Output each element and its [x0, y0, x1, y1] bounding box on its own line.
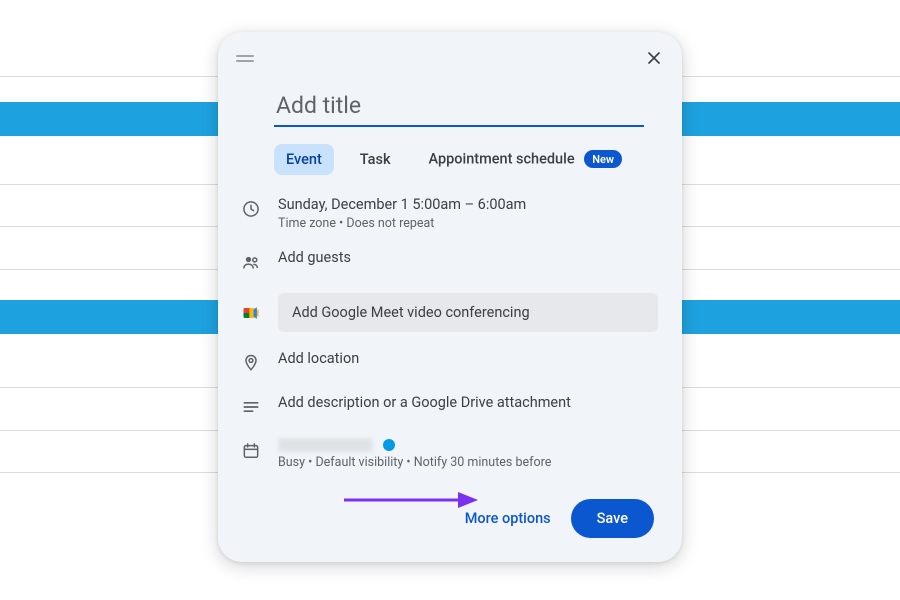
- add-meet-button[interactable]: Add Google Meet video conferencing: [278, 293, 658, 332]
- description-icon: [238, 394, 264, 420]
- new-badge: New: [584, 150, 622, 168]
- event-create-card: Event Task Appointment schedule New Sund…: [218, 32, 682, 562]
- calendar-row[interactable]: Busy • Default visibility • Notify 30 mi…: [278, 438, 658, 470]
- tab-task[interactable]: Task: [348, 144, 403, 175]
- save-button[interactable]: Save: [571, 499, 654, 538]
- calendar-name-redacted: [278, 438, 373, 452]
- tab-appointment-schedule[interactable]: Appointment schedule New: [417, 143, 635, 175]
- calendar-status-line: Busy • Default visibility • Notify 30 mi…: [278, 455, 658, 470]
- calendar-color-dot: [383, 439, 395, 451]
- calendar-icon: [238, 438, 264, 464]
- close-button[interactable]: [640, 44, 668, 72]
- add-guests-row[interactable]: Add guests: [278, 249, 658, 266]
- datetime-line: Sunday, December 1 5:00am – 6:00am: [278, 196, 658, 213]
- tab-event[interactable]: Event: [274, 144, 334, 175]
- location-icon: [238, 350, 264, 376]
- add-location-row[interactable]: Add location: [278, 350, 658, 367]
- people-icon: [238, 249, 264, 275]
- meet-icon: [238, 300, 264, 326]
- drag-handle-icon[interactable]: [236, 53, 254, 63]
- more-options-link[interactable]: More options: [465, 510, 551, 527]
- add-description-row[interactable]: Add description or a Google Drive attach…: [278, 394, 658, 411]
- type-tabs: Event Task Appointment schedule New: [218, 127, 682, 185]
- datetime-row[interactable]: Sunday, December 1 5:00am – 6:00am Time …: [278, 196, 658, 231]
- datetime-sub: Time zone • Does not repeat: [278, 216, 658, 231]
- tab-appt-label: Appointment schedule: [429, 151, 575, 168]
- clock-icon: [238, 196, 264, 222]
- close-icon: [644, 48, 664, 68]
- title-input[interactable]: [274, 88, 644, 127]
